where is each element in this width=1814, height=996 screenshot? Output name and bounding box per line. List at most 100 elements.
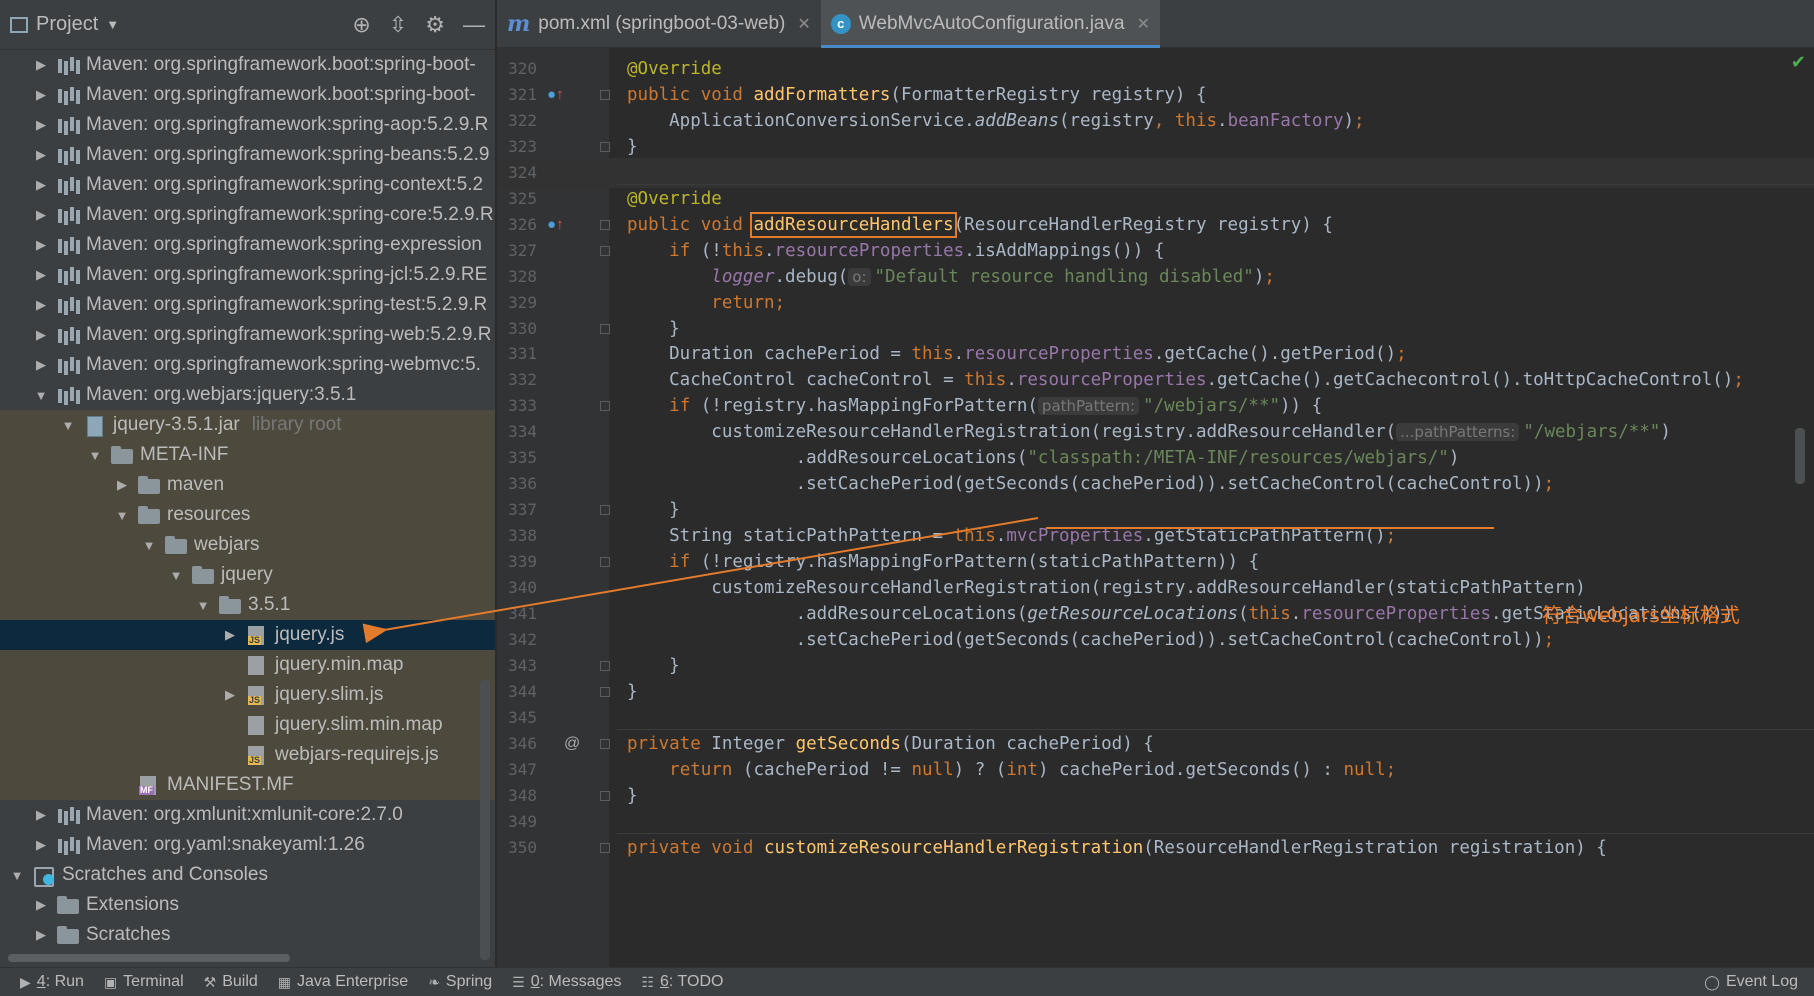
expanded-arrow-icon[interactable]: ▼: [142, 538, 156, 553]
fold-icon[interactable]: [600, 505, 610, 516]
fold-icon[interactable]: [600, 686, 610, 697]
tree-item[interactable]: ▶ Maven: org.springframework:spring-test:…: [0, 290, 495, 320]
tree-item[interactable]: ▶ Maven: org.springframework:spring-expre…: [0, 230, 495, 260]
collapsed-arrow-icon[interactable]: ▶: [223, 687, 237, 703]
code-editor[interactable]: 320 @Override 321 ●↑ public void addFormatte…: [497, 48, 1814, 967]
annotation-label: 符合webjars坐标格式: [1542, 603, 1740, 627]
tool-window-todo[interactable]: ☷ 6: TODO: [641, 973, 723, 991]
folder-icon: [137, 505, 161, 525]
collapsed-arrow-icon[interactable]: ▶: [34, 207, 48, 223]
tree-horizontal-scrollbar[interactable]: [8, 954, 290, 962]
collapsed-arrow-icon[interactable]: ▶: [34, 147, 48, 163]
collapsed-arrow-icon[interactable]: ▶: [34, 267, 48, 283]
collapsed-arrow-icon[interactable]: ▶: [34, 117, 48, 133]
expanded-arrow-icon[interactable]: ▼: [34, 388, 48, 403]
fold-icon[interactable]: [600, 141, 610, 152]
collapsed-arrow-icon[interactable]: ▶: [34, 237, 48, 253]
tree-item[interactable]: ▶ maven: [0, 470, 495, 500]
tool-window-label: Spring: [446, 973, 492, 991]
collapsed-arrow-icon[interactable]: ▶: [115, 477, 129, 493]
collapsed-arrow-icon[interactable]: ▶: [34, 297, 48, 313]
tree-item[interactable]: ▶ jquery.js: [0, 620, 495, 650]
tool-window-run[interactable]: ▶ 4: Run: [20, 973, 84, 991]
tree-item[interactable]: ▼ jquery-3.5.1.jar library root: [0, 410, 495, 440]
expanded-arrow-icon[interactable]: ▼: [115, 508, 129, 523]
fold-icon[interactable]: [600, 660, 610, 671]
expanded-arrow-icon[interactable]: ▼: [61, 418, 75, 433]
collapsed-arrow-icon[interactable]: ▶: [34, 837, 48, 853]
collapsed-arrow-icon[interactable]: ▶: [34, 87, 48, 103]
tree-item[interactable]: ▼ jquery: [0, 560, 495, 590]
project-view-selector[interactable]: Project ▼: [10, 13, 119, 36]
tool-window-build[interactable]: ⚒ Build: [204, 973, 258, 991]
fold-icon[interactable]: [600, 557, 610, 568]
tree-item-label: Maven: org.webjars:jquery:3.5.1: [86, 384, 357, 405]
tree-item[interactable]: ▼ META-INF: [0, 440, 495, 470]
collapsed-arrow-icon[interactable]: ▶: [34, 327, 48, 343]
tree-item[interactable]: jquery.min.map: [0, 650, 495, 680]
code-line[interactable]: 350 private void customizeResourceHandler…: [497, 833, 1814, 863]
expanded-arrow-icon[interactable]: ▼: [169, 568, 183, 583]
library-icon: [56, 205, 80, 225]
tree-item[interactable]: ▶ Maven: org.yaml:snakeyaml:1.26: [0, 830, 495, 860]
editor-vertical-scrollbar[interactable]: [1795, 428, 1805, 484]
tool-window-javaenterprise[interactable]: ▦ Java Enterprise: [278, 973, 408, 991]
tree-item[interactable]: ▶ Maven: org.springframework:spring-aop:5…: [0, 110, 495, 140]
event-log[interactable]: ◯ Event Log: [1704, 973, 1798, 991]
tree-item[interactable]: ▶ Maven: org.springframework:spring-jcl:5…: [0, 260, 495, 290]
expanded-arrow-icon[interactable]: ▼: [196, 598, 210, 613]
tree-item[interactable]: ▶ Extensions: [0, 890, 495, 920]
fold-icon[interactable]: [600, 89, 610, 100]
tree-item[interactable]: ▶ Maven: org.xmlunit:xmlunit-core:2.7.0: [0, 800, 495, 830]
tree-item[interactable]: ▶ Maven: org.springframework:spring-beans…: [0, 140, 495, 170]
tab-pom-xml[interactable]: m pom.xml (springboot-03-web) ✕: [497, 0, 821, 48]
collapsed-arrow-icon[interactable]: ▶: [223, 627, 237, 643]
tree-item[interactable]: ▶ Maven: org.springframework:spring-webmv…: [0, 350, 495, 380]
collapsed-arrow-icon[interactable]: ▶: [34, 807, 48, 823]
collapsed-arrow-icon[interactable]: ▶: [34, 357, 48, 373]
tree-item-label: Maven: org.xmlunit:xmlunit-core:2.7.0: [86, 804, 403, 825]
fold-icon[interactable]: [600, 842, 610, 853]
tool-window-messages[interactable]: ☰ 0: Messages: [512, 973, 621, 991]
inspection-ok-icon[interactable]: ✔: [1791, 52, 1806, 73]
tree-item[interactable]: webjars-requirejs.js: [0, 740, 495, 770]
tree-item[interactable]: ▶ Maven: org.springframework:spring-web:5…: [0, 320, 495, 350]
close-icon[interactable]: ✕: [1137, 14, 1150, 34]
collapse-all-icon[interactable]: ⇳: [389, 12, 407, 38]
tree-item[interactable]: ▼ resources: [0, 500, 495, 530]
gear-icon[interactable]: ⚙: [425, 12, 445, 38]
tool-window-spring[interactable]: ❧ Spring: [428, 973, 492, 991]
collapsed-arrow-icon[interactable]: ▶: [34, 177, 48, 193]
expanded-arrow-icon[interactable]: ▼: [88, 448, 102, 463]
tree-item[interactable]: ▼ Scratches and Consoles: [0, 860, 495, 890]
tree-item[interactable]: ▶ Maven: org.springframework:spring-core:…: [0, 200, 495, 230]
tree-item[interactable]: ▶ jquery.slim.js: [0, 680, 495, 710]
fold-icon[interactable]: [600, 401, 610, 412]
close-icon[interactable]: ✕: [797, 14, 810, 34]
tree-item[interactable]: jquery.slim.min.map: [0, 710, 495, 740]
tree-item[interactable]: ▶ Maven: org.springframework.boot:spring-…: [0, 50, 495, 80]
tree-vertical-scrollbar[interactable]: [480, 680, 490, 960]
fold-icon[interactable]: [600, 323, 610, 334]
fold-icon[interactable]: [600, 245, 610, 256]
tree-item[interactable]: ▼ 3.5.1: [0, 590, 495, 620]
tree-item[interactable]: ▶ Maven: org.springframework:spring-conte…: [0, 170, 495, 200]
tree-item[interactable]: MANIFEST.MF: [0, 770, 495, 800]
expanded-arrow-icon[interactable]: ▼: [10, 868, 24, 883]
tool-window-terminal[interactable]: ▣ Terminal: [104, 973, 184, 991]
collapsed-arrow-icon[interactable]: ▶: [34, 57, 48, 73]
tree-item[interactable]: ▼ webjars: [0, 530, 495, 560]
tree-item[interactable]: ▶ Maven: org.springframework.boot:spring-…: [0, 80, 495, 110]
fold-icon[interactable]: [600, 738, 610, 749]
tab-webmvc-autoconfiguration[interactable]: c WebMvcAutoConfiguration.java ✕: [820, 0, 1161, 48]
fold-icon[interactable]: [600, 219, 610, 230]
tree-item[interactable]: ▼ Maven: org.webjars:jquery:3.5.1: [0, 380, 495, 410]
tree-item-label: maven: [167, 474, 225, 495]
library-root-hint: library root: [251, 414, 342, 435]
fold-icon[interactable]: [600, 790, 610, 801]
tree-item[interactable]: ▶ Scratches: [0, 920, 495, 950]
collapsed-arrow-icon[interactable]: ▶: [34, 927, 48, 943]
hide-icon[interactable]: —: [463, 12, 485, 38]
locate-icon[interactable]: ⊕: [352, 12, 370, 38]
collapsed-arrow-icon[interactable]: ▶: [34, 897, 48, 913]
